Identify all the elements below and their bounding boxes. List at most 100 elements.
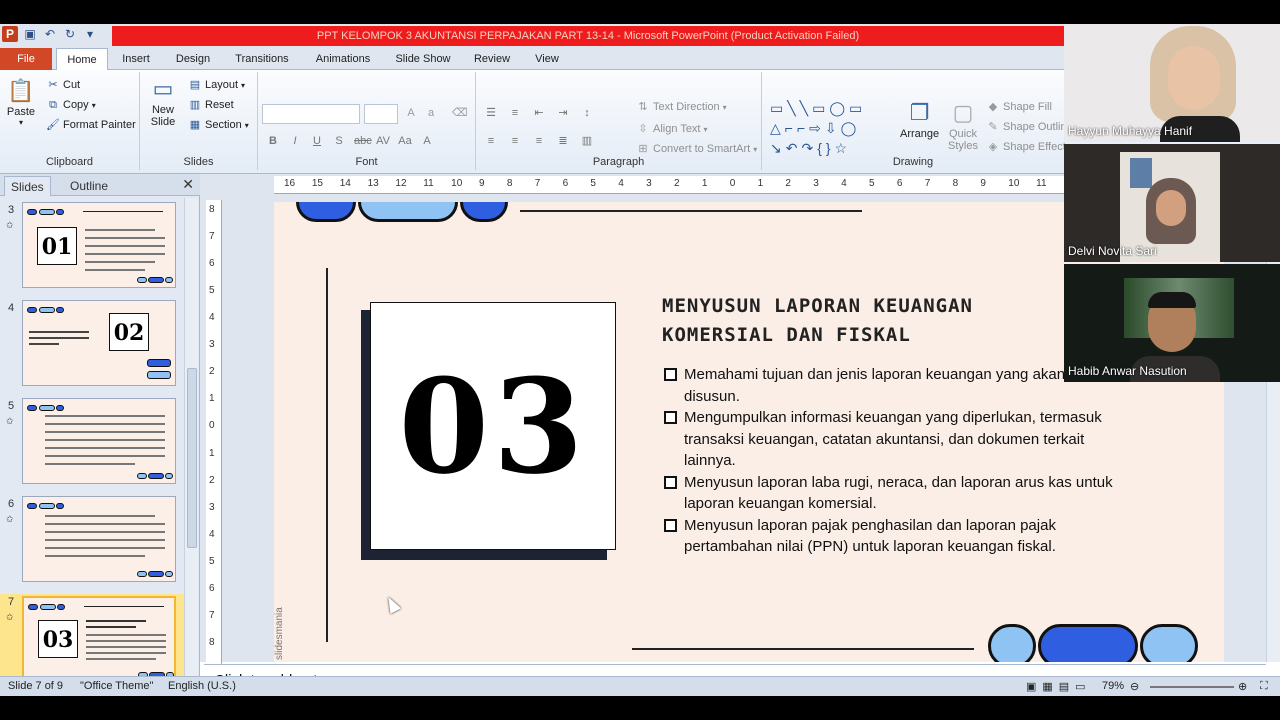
justify-icon[interactable]: ≣: [556, 134, 570, 148]
italic-icon[interactable]: I: [288, 134, 302, 148]
ruler-tick-label: 16: [284, 178, 296, 189]
slide-thumbnail-6[interactable]: 6 ✩: [0, 496, 184, 586]
participant-name: Habib Anwar Nasution: [1068, 364, 1187, 378]
slide-title[interactable]: MENYUSUN LAPORAN KEUANGAN KOMERSIAL DAN …: [662, 292, 1082, 350]
view-buttons[interactable]: ▣▦▤▭: [1026, 680, 1092, 693]
shape-effects-button[interactable]: ◈ Shape Effect: [986, 140, 1066, 154]
decrease-indent-icon[interactable]: ⇤: [532, 106, 546, 120]
participant-video-1[interactable]: Hayyun Muhayya Hanif: [1064, 24, 1280, 142]
shadow-icon[interactable]: S: [332, 134, 346, 148]
tab-slides[interactable]: Slides: [4, 176, 51, 196]
tab-insert[interactable]: Insert: [112, 48, 160, 70]
slide-thumbnail-3[interactable]: 3 ✩ 01: [0, 202, 184, 292]
participant-video-2[interactable]: Delvi Novita Sari: [1064, 144, 1280, 262]
tab-home[interactable]: Home: [56, 48, 108, 70]
decor-line: [326, 268, 328, 642]
clear-format-button[interactable]: ⌫: [452, 106, 468, 120]
participant-name: Hayyun Muhayya Hanif: [1068, 124, 1193, 138]
undo-icon[interactable]: ↶: [42, 26, 58, 42]
align-right-icon[interactable]: ≡: [532, 134, 546, 148]
tab-file[interactable]: File: [0, 48, 52, 70]
font-color-icon[interactable]: A: [420, 134, 434, 148]
brush-icon: 🖌: [46, 119, 60, 131]
bold-icon[interactable]: B: [266, 134, 280, 148]
change-case-icon[interactable]: Aa: [398, 134, 412, 148]
zoom-in-icon[interactable]: ⊕: [1238, 680, 1247, 693]
chevron-down-icon: ▾: [703, 124, 708, 134]
tab-view[interactable]: View: [526, 48, 568, 70]
shape-fill-button[interactable]: ◆ Shape Fill: [986, 100, 1052, 114]
ruler-tick-label: 8: [209, 204, 215, 215]
ruler-tick-label: 3: [646, 178, 652, 189]
format-painter-button[interactable]: 🖌 Format Painter: [46, 118, 136, 132]
reset-button[interactable]: ▥ Reset: [188, 98, 234, 112]
increase-indent-icon[interactable]: ⇥: [556, 106, 570, 120]
arrange-icon: ❐: [909, 100, 930, 125]
strikethrough-icon[interactable]: abc: [354, 134, 372, 148]
panel-scrollbar[interactable]: [184, 198, 198, 684]
layout-button[interactable]: ▤ Layout ▾: [188, 78, 245, 92]
fit-window-icon[interactable]: ⛶: [1260, 680, 1268, 693]
slide-thumbnail-4[interactable]: 4 02: [0, 300, 184, 390]
ruler-tick-label: 2: [209, 366, 215, 378]
align-text-button[interactable]: ⇳ Align Text ▾: [636, 122, 708, 136]
numbering-icon[interactable]: ≡: [508, 106, 522, 120]
arrange-button[interactable]: ❐ Arrange: [900, 98, 939, 140]
line-spacing-icon[interactable]: ↕: [580, 106, 594, 120]
zoom-out-icon[interactable]: ⊖: [1130, 680, 1139, 693]
slide-number: 7: [8, 596, 15, 608]
tab-outline[interactable]: Outline: [70, 176, 108, 196]
close-icon[interactable]: ✕: [182, 176, 194, 193]
underline-icon[interactable]: U: [310, 134, 324, 148]
ruler-tick-label: 1: [209, 393, 215, 405]
bullets-icon[interactable]: ☰: [484, 106, 498, 120]
slide-thumbnail-7[interactable]: 7 ✩ 03: [0, 594, 184, 686]
clipboard-label: Clipboard: [45, 156, 94, 168]
section-button[interactable]: ▦ Section ▾: [188, 118, 249, 132]
shape-outline-button[interactable]: ✎ Shape Outlin: [986, 120, 1066, 134]
slides-panel: Slides Outline ✕ 3 ✩ 01 4 02 5 ✩ 6 ✩ 7 ✩…: [0, 174, 200, 686]
font-size-dropdown[interactable]: [364, 104, 398, 124]
tab-review[interactable]: Review: [466, 48, 518, 70]
align-left-icon[interactable]: ≡: [484, 134, 498, 148]
zoom-slider[interactable]: [1150, 686, 1234, 688]
powerpoint-logo-icon[interactable]: P: [2, 26, 18, 42]
customize-qat-icon[interactable]: ▾: [82, 26, 98, 42]
tab-animations[interactable]: Animations: [306, 48, 380, 70]
ruler-tick-label: 4: [209, 312, 215, 324]
new-slide-button[interactable]: ▭ New Slide: [148, 74, 178, 128]
convert-smartart-button[interactable]: ⊞ Convert to SmartArt ▾: [636, 142, 757, 156]
theme-name[interactable]: "Office Theme": [80, 680, 153, 692]
bullet-item: Mengumpulkan informasi keuangan yang dip…: [662, 407, 1122, 472]
quick-styles-button[interactable]: ▢ Quick Styles: [948, 98, 978, 152]
slide-number-box[interactable]: 03: [370, 302, 616, 550]
shapes-gallery[interactable]: ▭╲╲▭◯▭ △⌐⌐⇨⇩◯ ↘↶↷{}☆: [770, 98, 890, 158]
participant-video-3[interactable]: Habib Anwar Nasution: [1064, 264, 1280, 382]
shrink-font-icon: a: [427, 107, 435, 119]
slide-counter: Slide 7 of 9: [8, 680, 64, 692]
text-direction-button[interactable]: ⇅ Text Direction ▾: [636, 100, 727, 114]
shrink-font-button[interactable]: a: [424, 106, 438, 120]
font-name-dropdown[interactable]: [262, 104, 360, 124]
zoom-level[interactable]: 79%: [1102, 680, 1124, 692]
bullet-list[interactable]: Memahami tujuan dan jenis laporan keuang…: [662, 364, 1122, 558]
columns-icon[interactable]: ▥: [580, 134, 594, 148]
tab-transitions[interactable]: Transitions: [226, 48, 298, 70]
grow-font-button[interactable]: A: [404, 106, 418, 120]
copy-button[interactable]: ⧉ Copy ▾: [46, 98, 96, 112]
ruler-tick-label: 4: [209, 528, 215, 540]
participant-face: [1168, 46, 1220, 110]
language[interactable]: English (U.S.): [168, 680, 236, 692]
chevron-down-icon: ▾: [722, 102, 727, 112]
tab-design[interactable]: Design: [166, 48, 220, 70]
tab-slide-show[interactable]: Slide Show: [388, 48, 458, 70]
drawing-label: Drawing: [892, 156, 934, 168]
scroll-thumb[interactable]: [187, 368, 197, 548]
paste-button[interactable]: 📋 Paste ▾: [6, 76, 36, 127]
slide-thumbnail-5[interactable]: 5 ✩: [0, 398, 184, 488]
align-center-icon[interactable]: ≡: [508, 134, 522, 148]
redo-icon[interactable]: ↻: [62, 26, 78, 42]
save-icon[interactable]: ▣: [22, 26, 38, 42]
spacing-icon[interactable]: AV: [376, 134, 390, 148]
cut-button[interactable]: ✂ Cut: [46, 78, 80, 92]
